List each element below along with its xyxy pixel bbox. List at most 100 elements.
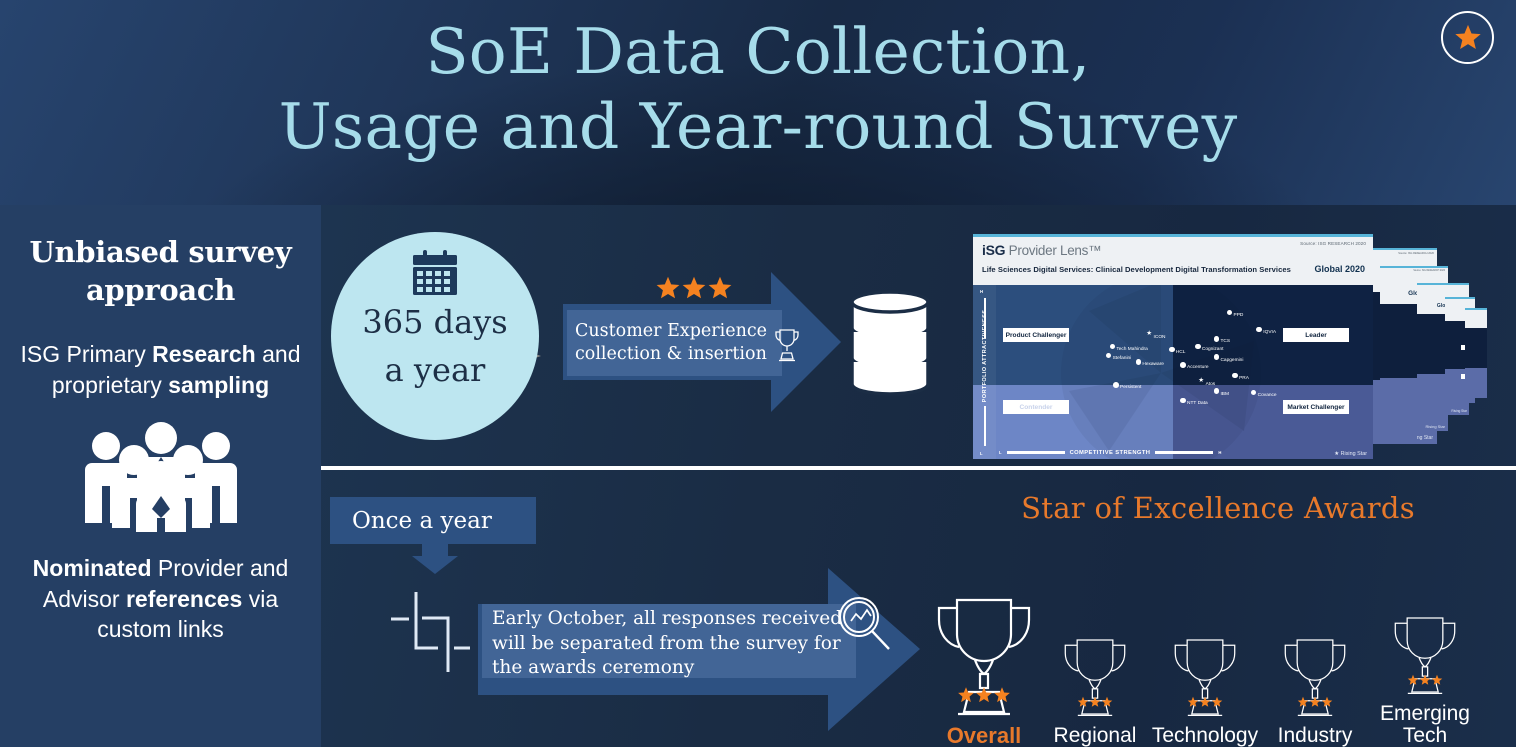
isg-chart-subtitle: Life Sciences Digital Services: Clinical…	[982, 265, 1291, 274]
trophy-star-rating	[1390, 674, 1460, 690]
star-icon	[656, 276, 680, 299]
page-title: SoE Data Collection, Usage and Year-roun…	[0, 14, 1516, 164]
data-point-label: Hexaware	[1142, 362, 1164, 368]
award-industry[interactable]: Industry	[1260, 636, 1370, 747]
data-point-label: ICON	[1153, 334, 1166, 340]
sidebar-paragraph-2: Nominated Provider and Advisor reference…	[18, 553, 303, 645]
star-icon	[1089, 696, 1101, 707]
data-point-label: Atos	[1205, 382, 1216, 388]
cx-label-text: Customer Experience collection & inserti…	[575, 320, 775, 366]
quadrant-label-market-challenger: Market Challenger	[1283, 400, 1349, 414]
sidebar-p1-before: ISG Primary	[20, 341, 153, 367]
star-icon	[1199, 696, 1211, 707]
award-emerging-tech[interactable]: Emerging Tech	[1370, 614, 1480, 747]
section-divider	[321, 466, 1516, 470]
star-icon	[994, 687, 1010, 703]
title-line-1: SoE Data Collection,	[425, 15, 1091, 88]
slide-header: SoE Data Collection, Usage and Year-roun…	[0, 0, 1516, 205]
sidebar-heading: Unbiased survey approach	[29, 235, 292, 307]
data-point-label: Tech Mahindra	[1116, 346, 1148, 352]
sidebar: Unbiased survey approach ISG Primary Res…	[0, 205, 321, 747]
data-point-rising-star: ★	[1146, 329, 1153, 337]
x-axis-bar-left	[1006, 451, 1065, 454]
data-point	[1113, 382, 1119, 388]
star-icon	[1101, 696, 1113, 707]
circle-line-2: a year	[384, 351, 486, 389]
trophy-icon	[772, 327, 802, 367]
award-label: Technology	[1151, 724, 1259, 747]
isg-chart-main: iSG Provider Lens™ Life Sciences Digital…	[973, 234, 1373, 459]
y-axis-low: L	[980, 451, 983, 456]
data-point	[1135, 359, 1142, 365]
isg-chart-edition: Global 2020	[1314, 264, 1365, 274]
data-point-label: Persistent	[1120, 385, 1142, 391]
cx-label-line-2: collection & insertion	[575, 344, 767, 364]
award-label: Regional	[1053, 724, 1137, 747]
data-point-label: PPD	[1233, 313, 1244, 319]
people-group-icon	[76, 420, 246, 536]
sidebar-p2-bold-nominated: Nominated	[32, 555, 152, 581]
quadrant-label-product-challenger: Product Challenger	[1003, 328, 1069, 342]
award-regional[interactable]: Regional	[1040, 636, 1150, 747]
data-point-label: Covance	[1257, 393, 1277, 399]
star-icon	[1211, 696, 1223, 707]
award-overall[interactable]: Overall	[928, 594, 1040, 747]
trophy-icon	[1390, 614, 1460, 696]
x-axis: L COMPETITIVE STRENGTH H	[996, 446, 1373, 459]
star-icon	[682, 276, 706, 299]
award-label: Emerging Tech	[1380, 702, 1470, 747]
data-point	[1195, 343, 1201, 350]
y-axis-high: H	[980, 289, 984, 294]
y-axis: H PORTFOLIO ATTRACTIVENESS L	[973, 285, 996, 459]
data-point-label: NTT Data	[1187, 400, 1208, 406]
data-point-label: HCL	[1175, 350, 1186, 356]
star-icon	[1431, 674, 1443, 685]
y-axis-bar-lower	[983, 406, 986, 446]
trophy-star-rating	[1060, 696, 1130, 712]
trophy-icon	[1280, 636, 1350, 718]
arrow-down-icon	[412, 544, 458, 579]
star-icon	[1407, 674, 1419, 685]
circle-line-1: 365 days	[362, 303, 508, 341]
y-axis-label: PORTFOLIO ATTRACTIVENESS	[982, 309, 988, 403]
database-cylinder-icon	[849, 288, 931, 403]
data-point-label: Stefanini	[1112, 356, 1132, 362]
data-point-label: IQVIA	[1263, 330, 1277, 335]
award-label: Overall	[946, 723, 1022, 747]
sidebar-p1-bold-sampling: sampling	[168, 371, 270, 398]
data-point	[1180, 362, 1186, 368]
star-icon	[708, 276, 732, 299]
data-point-label: PRA	[1239, 376, 1249, 382]
sidebar-paragraph-1: ISG Primary Research and proprietary sam…	[18, 339, 303, 400]
slide-root: SoE Data Collection, Usage and Year-roun…	[0, 0, 1516, 747]
once-a-year-badge: Once a year	[330, 497, 536, 544]
data-point-label: Accenture	[1187, 365, 1209, 371]
x-axis-bar-right	[1155, 451, 1214, 454]
star-icon	[1419, 674, 1431, 685]
star-icon	[1321, 696, 1333, 707]
cx-star-rating	[655, 275, 733, 301]
star-icon	[1309, 696, 1321, 707]
isg-chart-source: Source: ISG RESEARCH 2020	[1300, 241, 1366, 246]
chart-legend: ★ Rising Star	[1334, 451, 1367, 457]
awards-row: Overall Regional Technology Industry Emergin…	[928, 538, 1508, 747]
star-icon	[1077, 696, 1089, 707]
title-line-2: Usage and Year-round Survey	[278, 90, 1238, 163]
sidebar-p1-bold-research: Research	[152, 341, 256, 367]
data-point-label: Cognizant	[1201, 346, 1224, 352]
trophy-star-rating	[1170, 696, 1240, 712]
isg-logo-mark: iSG	[982, 242, 1006, 258]
isg-chart-plot: H PORTFOLIO ATTRACTIVENESS L Product Cha…	[973, 285, 1373, 459]
data-point	[1180, 397, 1186, 404]
data-point-rising-star: ★	[1198, 377, 1205, 385]
data-point-label: TCS	[1220, 339, 1231, 345]
award-technology[interactable]: Technology	[1150, 636, 1260, 747]
trophy-icon	[1170, 636, 1240, 718]
watermark-logo	[1049, 285, 1274, 459]
star-icon	[958, 687, 974, 703]
magnifier-chart-icon	[832, 592, 894, 659]
data-point	[1213, 335, 1220, 342]
data-point	[1169, 346, 1175, 353]
data-point-label: Capgemini	[1220, 357, 1244, 363]
trophy-icon	[1060, 636, 1130, 718]
